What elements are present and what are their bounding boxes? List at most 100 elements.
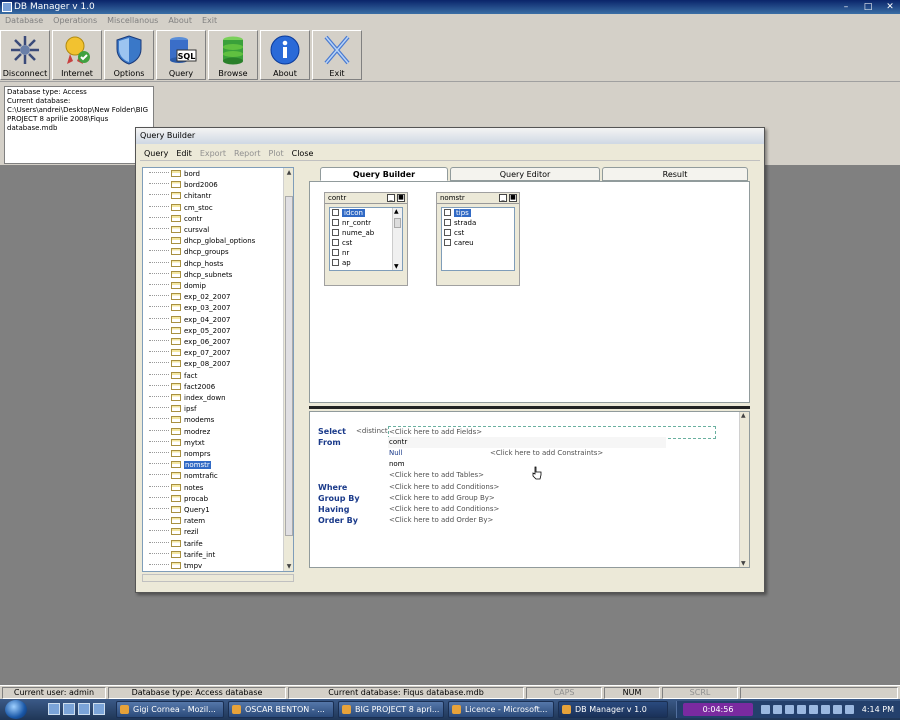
exit-button[interactable]: Exit [312,30,362,80]
tree-item-domip[interactable]: domip [149,281,206,292]
menu-operations[interactable]: Operations [48,14,102,28]
tree-item-exp-04-2007[interactable]: exp_04_2007 [149,315,231,326]
tree-item-fact2006[interactable]: fact2006 [149,382,215,393]
start-button-icon[interactable] [5,700,27,719]
qb-menu-report[interactable]: Report [230,147,265,160]
options-button[interactable]: Options [104,30,154,80]
scroll-down-icon[interactable]: ▼ [394,263,399,270]
qb-menu-export[interactable]: Export [196,147,230,160]
taskbar-clock[interactable]: 4:14 PM [862,701,894,718]
network-icon[interactable] [845,705,854,714]
minimize-icon[interactable]: – [838,1,854,13]
field-item-tips[interactable]: tips [442,208,514,218]
tree-item-cursval[interactable]: cursval [149,225,209,236]
scroll-up-icon[interactable]: ▲ [285,168,293,177]
table-box-contr[interactable]: contr _ ■ idcon nr_contr nume_ab cst nr ap ▲ … [324,192,408,286]
qb-menu-close[interactable]: Close [288,147,318,160]
close-icon[interactable]: ✕ [882,1,898,13]
tree-item-ipsf[interactable]: ipsf [149,404,197,415]
browser-icon[interactable] [78,703,90,715]
tree-item-chitantr[interactable]: chitantr [149,191,211,202]
add-tables-link[interactable]: <Click here to add Tables> [389,470,484,481]
disconnect-button[interactable]: Disconnect [0,30,50,80]
table-tree[interactable]: ▲ ▼ bord bord2006 chitantr cm_stoc contr curs… [142,167,294,572]
tree-scrollbar[interactable]: ▲ ▼ [283,168,293,571]
recording-timer[interactable]: 0:04:56 [683,703,753,716]
maximize-icon[interactable]: □ [860,1,876,13]
minimize-icon[interactable]: _ [499,194,507,202]
close-icon[interactable]: ■ [509,194,517,202]
table-box-nomstr[interactable]: nomstr _ ■ tips strada cst careu [436,192,520,286]
tree-item-dhcp-hosts[interactable]: dhcp_hosts [149,259,223,270]
field-item-strada[interactable]: strada [442,218,514,228]
tree-item-procab[interactable]: procab [149,494,208,505]
tray-icon[interactable] [761,705,770,714]
show-desktop-icon[interactable] [48,703,60,715]
field-checkbox[interactable] [444,209,451,216]
query-design-canvas[interactable]: contr _ ■ idcon nr_contr nume_ab cst nr ap ▲ … [309,181,750,403]
qb-menu-edit[interactable]: Edit [172,147,196,160]
qb-menu-plot[interactable]: Plot [265,147,288,160]
tree-item-query1[interactable]: Query1 [149,505,210,516]
tree-item-exp-02-2007[interactable]: exp_02_2007 [149,292,231,303]
sql-panel-scrollbar[interactable]: ▲ ▼ [739,412,749,567]
field-checkbox[interactable] [444,229,451,236]
tree-item-rezil[interactable]: rezil [149,527,199,538]
field-item-cst[interactable]: cst [442,228,514,238]
tray-icon[interactable] [785,705,794,714]
query-builder-title-bar[interactable]: Query Builder [136,128,764,144]
tree-item-index-down[interactable]: index_down [149,393,226,404]
task-licence[interactable]: Licence - Microsoft... [448,701,554,718]
scroll-up-icon[interactable]: ▲ [394,208,399,215]
join-type-link[interactable]: Null [389,448,403,459]
tray-icon[interactable] [821,705,830,714]
tree-item-fact[interactable]: fact [149,371,197,382]
volume-icon[interactable] [833,705,842,714]
tab-query-editor[interactable]: Query Editor [450,167,600,181]
from-table-nomstr[interactable]: nom [389,459,405,470]
tree-item-nomprs[interactable]: nomprs [149,449,211,460]
tree-scroll-thumb[interactable] [285,196,293,536]
task-mozilla[interactable]: Gigi Cornea - Mozil... [116,701,224,718]
menu-miscellanous[interactable]: Miscellanous [102,14,163,28]
menu-exit[interactable]: Exit [197,14,222,28]
add-having-conditions-link[interactable]: <Click here to add Conditions> [389,504,499,515]
tree-item-exp-06-2007[interactable]: exp_06_2007 [149,337,231,348]
add-groupby-link[interactable]: <Click here to add Group By> [389,493,495,504]
tree-item-tarife[interactable]: tarife [149,539,203,550]
tree-item-modrez[interactable]: modrez [149,427,210,438]
add-constraints-link[interactable]: <Click here to add Constraints> [490,448,603,459]
tree-item-tarife-int[interactable]: tarife_int [149,550,215,561]
field-checkbox[interactable] [332,259,339,266]
tree-item-dhcp-groups[interactable]: dhcp_groups [149,247,229,258]
tab-query-builder[interactable]: Query Builder [320,167,448,181]
panel-splitter[interactable] [309,406,750,409]
tree-item-bord2006[interactable]: bord2006 [149,180,218,191]
tree-item-exp-08-2007[interactable]: exp_08_2007 [149,359,231,370]
field-list[interactable]: idcon nr_contr nume_ab cst nr ap ▲ ▼ [329,207,403,271]
tree-item-exp-05-2007[interactable]: exp_05_2007 [149,326,231,337]
field-list-scrollbar[interactable]: ▲ ▼ [392,208,402,270]
tray-icon[interactable] [797,705,806,714]
tree-item-contr[interactable]: contr [149,214,202,225]
tree-item-tmpv[interactable]: tmpv [149,561,202,571]
from-table-contr[interactable]: contr [389,437,407,448]
add-where-conditions-link[interactable]: <Click here to add Conditions> [389,482,499,493]
tree-item-mytxt[interactable]: mytxt [149,438,205,449]
field-checkbox[interactable] [444,239,451,246]
switch-windows-icon[interactable] [63,703,75,715]
tab-result[interactable]: Result [602,167,748,181]
table-box-header[interactable]: contr _ ■ [325,193,407,204]
tray-icon[interactable] [773,705,782,714]
tree-item-bord[interactable]: bord [149,169,200,180]
tree-item-nomstr[interactable]: nomstr [149,460,211,471]
menu-about[interactable]: About [163,14,197,28]
field-item-careu[interactable]: careu [442,238,514,248]
field-checkbox[interactable] [332,209,339,216]
tree-item-nomtrafic[interactable]: nomtrafic [149,471,218,482]
scroll-up-icon[interactable]: ▲ [741,412,746,419]
field-scroll-thumb[interactable] [394,218,401,228]
tree-item-modems[interactable]: modems [149,415,214,426]
menu-database[interactable]: Database [0,14,48,28]
app-title-bar[interactable]: DB Manager v 1.0 – □ ✕ [0,0,900,14]
